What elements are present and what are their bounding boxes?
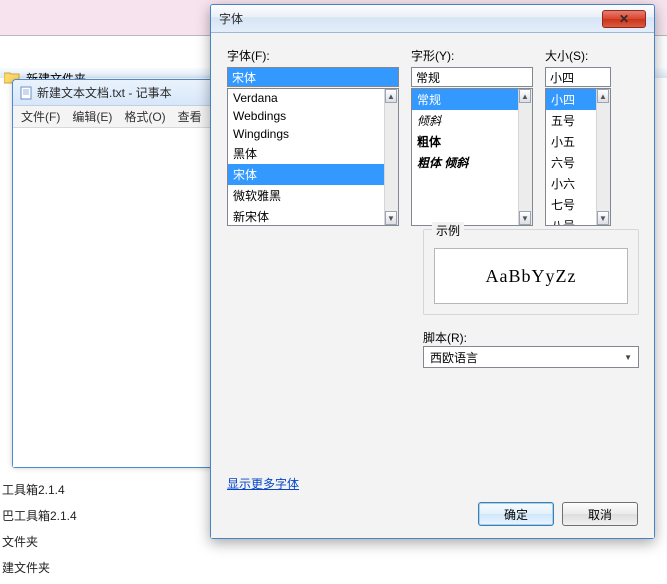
size-option[interactable]: 七号 — [546, 194, 596, 215]
size-option[interactable]: 六号 — [546, 152, 596, 173]
cancel-button[interactable]: 取消 — [562, 502, 638, 526]
size-scrollbar[interactable]: ▲ ▼ — [596, 89, 610, 225]
dialog-body: 字体(F): VerdanaWebdingsWingdings黑体宋体微软雅黑新… — [211, 33, 654, 538]
style-option[interactable]: 粗体 — [412, 131, 518, 152]
scroll-up-icon[interactable]: ▲ — [519, 89, 531, 103]
scroll-down-icon[interactable]: ▼ — [385, 211, 397, 225]
font-option[interactable]: Verdana — [228, 89, 384, 107]
size-option[interactable]: 五号 — [546, 110, 596, 131]
more-fonts-link[interactable]: 显示更多字体 — [227, 475, 299, 492]
close-button[interactable]: ✕ — [602, 10, 646, 28]
menu-edit[interactable]: 编辑(E) — [72, 108, 112, 125]
style-option[interactable]: 倾斜 — [412, 110, 518, 131]
font-input[interactable] — [227, 67, 399, 87]
scroll-up-icon[interactable]: ▲ — [597, 89, 609, 103]
menu-format[interactable]: 格式(O) — [124, 108, 165, 125]
font-option[interactable]: Wingdings — [228, 125, 384, 143]
sample-groupbox: 示例 AaBbYyZz — [423, 229, 639, 315]
font-listbox[interactable]: VerdanaWebdingsWingdings黑体宋体微软雅黑新宋体 ▲ ▼ — [227, 88, 399, 226]
side-item[interactable]: 建文件夹 — [0, 558, 79, 584]
font-option[interactable]: 新宋体 — [228, 206, 384, 225]
script-label: 脚本(R): — [423, 329, 467, 346]
explorer-side-list: 工具箱2.1.4 巴工具箱2.1.4 文件夹 建文件夹 — [0, 480, 79, 584]
side-item[interactable]: 文件夹 — [0, 532, 79, 558]
menu-file[interactable]: 文件(F) — [21, 108, 60, 125]
font-label: 字体(F): — [227, 47, 399, 64]
font-scrollbar[interactable]: ▲ ▼ — [384, 89, 398, 225]
size-option[interactable]: 小四 — [546, 89, 596, 110]
menu-view[interactable]: 查看 — [178, 108, 202, 125]
text-file-icon — [19, 86, 33, 100]
font-option[interactable]: 黑体 — [228, 143, 384, 164]
size-option[interactable]: 小五 — [546, 131, 596, 152]
size-listbox[interactable]: 小四五号小五六号小六七号八号 ▲ ▼ — [545, 88, 611, 226]
sample-label: 示例 — [432, 222, 464, 239]
font-option[interactable]: 宋体 — [228, 164, 384, 185]
dialog-titlebar[interactable]: 字体 ✕ — [211, 5, 654, 33]
font-option[interactable]: 微软雅黑 — [228, 185, 384, 206]
size-option[interactable]: 小六 — [546, 173, 596, 194]
style-label: 字形(Y): — [411, 47, 533, 64]
notepad-title-text: 新建文本文档.txt - 记事本 — [37, 84, 172, 101]
font-option[interactable]: Webdings — [228, 107, 384, 125]
script-combobox[interactable]: 西欧语言 ▼ — [423, 346, 639, 368]
scroll-up-icon[interactable]: ▲ — [385, 89, 397, 103]
side-item[interactable]: 工具箱2.1.4 — [0, 480, 79, 506]
font-dialog: 字体 ✕ 字体(F): VerdanaWebdingsWingdings黑体宋体… — [210, 4, 655, 539]
size-input[interactable] — [545, 67, 611, 87]
style-scrollbar[interactable]: ▲ ▼ — [518, 89, 532, 225]
size-label: 大小(S): — [545, 47, 611, 64]
dialog-title-text: 字体 — [219, 10, 243, 27]
sample-preview: AaBbYyZz — [434, 248, 628, 304]
side-item[interactable]: 巴工具箱2.1.4 — [0, 506, 79, 532]
close-icon: ✕ — [619, 12, 629, 26]
size-option[interactable]: 八号 — [546, 215, 596, 225]
style-listbox[interactable]: 常规倾斜粗体粗体 倾斜 ▲ ▼ — [411, 88, 533, 226]
style-input[interactable] — [411, 67, 533, 87]
style-option[interactable]: 粗体 倾斜 — [412, 152, 518, 173]
script-value: 西欧语言 — [430, 349, 478, 366]
scroll-down-icon[interactable]: ▼ — [597, 211, 609, 225]
ok-button[interactable]: 确定 — [478, 502, 554, 526]
scroll-down-icon[interactable]: ▼ — [519, 211, 531, 225]
style-option[interactable]: 常规 — [412, 89, 518, 110]
chevron-down-icon: ▼ — [624, 353, 632, 362]
